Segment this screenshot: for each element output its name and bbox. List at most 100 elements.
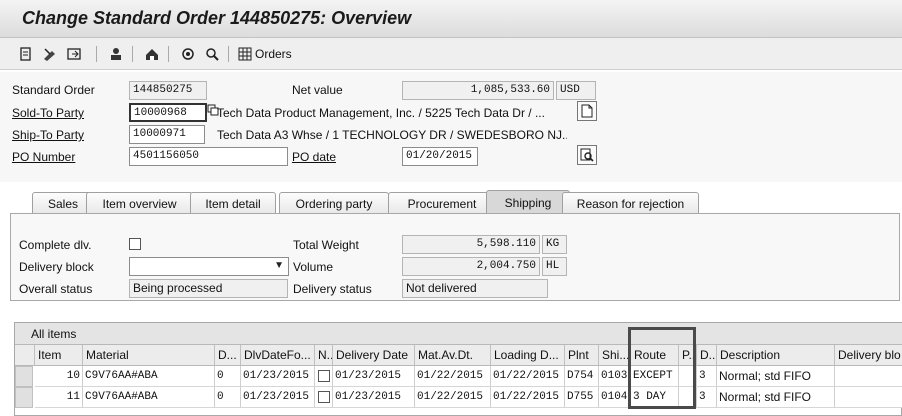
items-table-title: All items (31, 327, 77, 341)
column-header-shi[interactable]: Shi... (599, 345, 631, 366)
configure-icon[interactable] (142, 44, 162, 64)
po-date-input[interactable]: 01/20/2015 (402, 147, 478, 166)
table-cell-n[interactable] (315, 387, 333, 408)
standard-order-field: 144850275 (129, 81, 207, 100)
table-cell-d[interactable]: 0 (215, 366, 241, 387)
table-cell-mat-av-dt[interactable]: 01/22/2015 (415, 387, 491, 408)
header-icon[interactable] (64, 44, 84, 64)
table-cell-description[interactable]: Normal; std FIFO (717, 387, 835, 408)
ship-to-party-label[interactable]: Ship-To Party (12, 128, 84, 142)
table-cell-d[interactable]: 0 (215, 387, 241, 408)
table-cell-material[interactable]: C9V76AA#ABA (83, 387, 215, 408)
table-cell-delivery-block[interactable] (835, 366, 902, 387)
table-cell-loading-d[interactable]: 01/22/2015 (491, 366, 565, 387)
sold-to-party-input[interactable]: 10000968 (129, 103, 207, 122)
total-weight-label: Total Weight (293, 238, 359, 252)
column-header-material[interactable]: Material (83, 345, 215, 366)
table-cell-shi[interactable]: 0103 (599, 366, 631, 387)
standard-order-label: Standard Order (12, 83, 95, 97)
overall-status-label: Overall status (19, 282, 93, 296)
weight-unit-field: KG (542, 235, 567, 254)
complete-delivery-checkbox[interactable] (129, 238, 141, 250)
table-cell-item[interactable]: 11 (35, 387, 83, 408)
tab-item-detail[interactable]: Item detail (190, 192, 276, 214)
po-number-input[interactable]: 4501156050 (129, 147, 288, 166)
status-icon[interactable] (178, 44, 198, 64)
column-header-description[interactable]: Description (717, 345, 835, 366)
table-cell-dlvdate-fo[interactable]: 01/23/2015 (241, 387, 315, 408)
table-cell-loading-d[interactable]: 01/22/2015 (491, 387, 565, 408)
table-cell-plnt[interactable]: D754 (565, 366, 599, 387)
row-checkbox[interactable] (318, 391, 330, 403)
table-cell-material[interactable]: C9V76AA#ABA (83, 366, 215, 387)
table-cell-item[interactable]: 10 (35, 366, 83, 387)
column-header-delivery-date[interactable]: Delivery Date (333, 345, 415, 366)
grid-icon (238, 47, 252, 61)
delivery-block-select[interactable]: ▼ (129, 257, 289, 276)
volume-field: 2,004.750 (402, 257, 540, 276)
ship-to-party-input[interactable]: 10000971 (129, 125, 205, 144)
toolbar-separator (132, 46, 133, 62)
tab-shipping[interactable]: Shipping (486, 190, 570, 214)
table-cell-delivery-date[interactable]: 01/23/2015 (333, 387, 415, 408)
change-icon[interactable] (40, 44, 60, 64)
search-icon[interactable] (577, 145, 597, 165)
column-header-item[interactable]: Item (35, 345, 83, 366)
display-document-icon[interactable] (16, 44, 36, 64)
sold-to-party-label[interactable]: Sold-To Party (12, 106, 84, 120)
delivery-status-label: Delivery status (293, 282, 372, 296)
column-header-mat-av-dt[interactable]: Mat.Av.Dt. (415, 345, 491, 366)
toolbar-separator (168, 46, 169, 62)
volume-unit-field: HL (542, 257, 567, 276)
table-cell-d2[interactable]: 3 (697, 366, 717, 387)
po-number-label[interactable]: PO Number (12, 150, 75, 164)
toolbar-separator (96, 46, 97, 62)
customer-icon[interactable] (106, 44, 126, 64)
table-cell-delivery-date[interactable]: 01/23/2015 (333, 366, 415, 387)
table-cell-d2[interactable]: 3 (697, 387, 717, 408)
row-selector[interactable] (15, 366, 33, 387)
currency-field: USD (556, 81, 596, 100)
row-checkbox[interactable] (318, 370, 330, 382)
text-icon[interactable] (202, 44, 222, 64)
column-header-plnt[interactable]: Plnt (565, 345, 599, 366)
column-header-d2[interactable]: D... (697, 345, 717, 366)
column-header-loading-d[interactable]: Loading D... (491, 345, 565, 366)
delivery-block-label: Delivery block (19, 260, 94, 274)
table-cell-description[interactable]: Normal; std FIFO (717, 366, 835, 387)
table-cell-plnt[interactable]: D755 (565, 387, 599, 408)
row-selector[interactable] (15, 387, 33, 408)
volume-label: Volume (293, 260, 334, 274)
row-selector-header[interactable] (15, 345, 35, 366)
ship-to-party-description: Tech Data A3 Whse / 1 TECHNOLOGY DR / SW… (217, 128, 567, 142)
application-toolbar: Orders (0, 38, 902, 70)
tab-item-overview[interactable]: Item overview (86, 192, 193, 214)
items-table: All items Item Material D... DlvDateFo..… (14, 322, 902, 416)
column-header-delivery-block[interactable]: Delivery blo (835, 345, 902, 366)
sold-to-party-description: Tech Data Product Management, Inc. / 522… (217, 106, 545, 120)
table-cell-dlvdate-fo[interactable]: 01/23/2015 (241, 366, 315, 387)
tab-strip: Sales Item overview Item detail Ordering… (10, 190, 900, 214)
net-value-field: 1,085,533.60 (402, 81, 554, 100)
complete-delivery-label: Complete dlv. (19, 238, 92, 252)
column-header-n[interactable]: N... (315, 345, 333, 366)
chevron-down-icon: ▼ (274, 260, 284, 271)
title-bar: Change Standard Order 144850275: Overvie… (0, 0, 902, 38)
table-cell-n[interactable] (315, 366, 333, 387)
table-cell-shi[interactable]: 0104 (599, 387, 631, 408)
toolbar-separator (228, 46, 229, 62)
column-header-dlvdate-fo[interactable]: DlvDateFo... (241, 345, 315, 366)
document-icon[interactable] (577, 101, 597, 121)
tab-sales[interactable]: Sales (32, 192, 94, 214)
column-header-d[interactable]: D... (215, 345, 241, 366)
po-date-label[interactable]: PO date (292, 150, 336, 164)
tab-procurement[interactable]: Procurement (388, 192, 496, 214)
net-value-label: Net value (292, 83, 343, 97)
tab-reason-for-rejection[interactable]: Reason for rejection (562, 192, 699, 214)
table-cell-delivery-block[interactable] (835, 387, 902, 408)
total-weight-field: 5,598.110 (402, 235, 540, 254)
table-cell-mat-av-dt[interactable]: 01/22/2015 (415, 366, 491, 387)
tab-ordering-party[interactable]: Ordering party (279, 192, 389, 214)
window-title: Change Standard Order 144850275: Overvie… (22, 8, 412, 28)
orders-button[interactable]: Orders (238, 44, 292, 64)
